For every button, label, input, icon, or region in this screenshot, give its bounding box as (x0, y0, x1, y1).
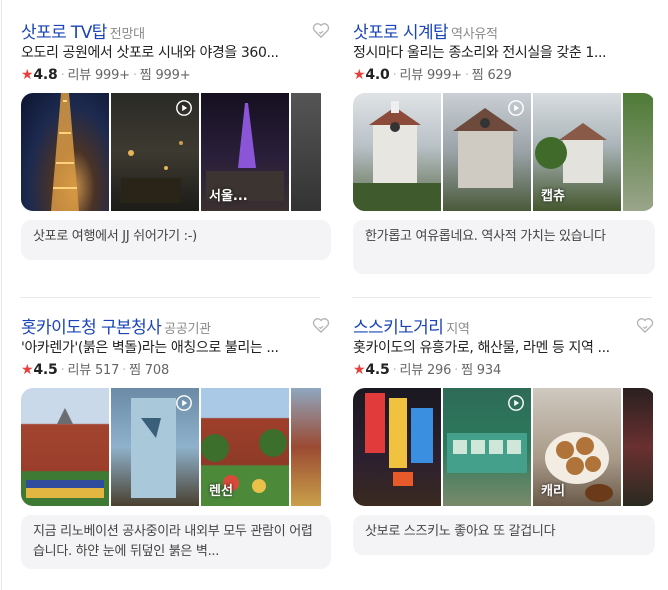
photo-thumbnail[interactable] (21, 93, 109, 211)
place-category: 공공기관 (164, 322, 211, 337)
photo-thumbnail[interactable] (353, 388, 441, 506)
place-title[interactable]: 삿포로 TV탑 (21, 23, 107, 43)
review-snippet[interactable]: 삿보로 스즈키노 좋아요 또 갈겁니다 (353, 515, 655, 555)
left-border (1, 0, 2, 590)
photo-thumbnail[interactable]: 서울... (201, 93, 289, 211)
photo-thumbnail[interactable] (443, 388, 531, 506)
place-card-clock-tower[interactable]: 삿포로 시계탑 역사유적 정시마다 울리는 종소리와 전시실을 갖춘 1... ★… (353, 18, 655, 274)
photo-thumbnail[interactable] (111, 93, 199, 211)
place-category: 역사유적 (451, 27, 498, 42)
place-card-susukino[interactable]: 스스키노거리 지역 홋카이도의 유흥가로, 해산물, 라멘 등 지역 ... ★4… (353, 313, 655, 555)
photo-thumbnail[interactable] (623, 93, 653, 211)
star-icon: ★ (353, 67, 366, 83)
place-description: '아카렌가'(붉은 벽돌)라는 애칭으로 불리는 ... (21, 340, 279, 356)
review-count[interactable]: 리뷰 296 (400, 363, 452, 378)
photo-thumbnail[interactable] (623, 388, 653, 506)
photo-strip[interactable]: 캐리 (353, 388, 655, 506)
row-divider-right (352, 297, 652, 298)
save-count: 찜 999+ (139, 68, 191, 83)
play-circle-icon (176, 100, 192, 116)
photo-strip[interactable]: 캡츄 (353, 93, 655, 211)
place-meta: ★4.5 · 리뷰 296 · 찜 934 (353, 362, 502, 378)
star-icon: ★ (353, 362, 366, 378)
place-description: 정시마다 울리는 종소리와 전시실을 갖춘 1... (353, 45, 607, 61)
review-snippet[interactable]: 지금 리노베이션 공사중이라 내외부 모두 관람이 어렵습니다. 하얀 눈에 뒤… (21, 515, 331, 569)
photo-thumbnail[interactable] (291, 93, 321, 211)
save-count: 찜 629 (471, 68, 512, 83)
star-icon: ★ (21, 67, 34, 83)
play-circle-icon (508, 100, 524, 116)
rating-value: 4.5 (33, 362, 58, 378)
place-description: 오도리 공원에서 삿포로 시내와 야경을 360... (21, 45, 279, 61)
photo-thumbnail[interactable]: 캡츄 (533, 93, 621, 211)
review-count[interactable]: 리뷰 517 (68, 363, 120, 378)
review-snippet[interactable]: 삿포로 여행에서 JJ 쉬어가기 :-) (21, 220, 331, 260)
photo-thumbnail[interactable] (291, 388, 321, 506)
rating-value: 4.8 (33, 67, 58, 83)
photo-thumbnail[interactable]: 렌선 (201, 388, 289, 506)
photo-thumbnail[interactable] (353, 93, 441, 211)
photo-thumbnail[interactable] (443, 93, 531, 211)
place-category: 전망대 (109, 27, 145, 42)
rating-value: 4.5 (365, 362, 390, 378)
place-card-government-office[interactable]: 홋카이도청 구본청사 공공기관 '아카렌가'(붉은 벽돌)라는 애칭으로 불리는 … (21, 313, 331, 569)
place-title[interactable]: 삿포로 시계탑 (353, 23, 449, 43)
heart-icon[interactable] (311, 20, 331, 40)
play-circle-icon (508, 395, 524, 411)
place-description: 홋카이도의 유흥가로, 해산물, 라멘 등 지역 ... (353, 340, 610, 356)
heart-icon[interactable] (635, 315, 655, 335)
photo-thumbnail[interactable] (111, 388, 199, 506)
rating-value: 4.0 (365, 67, 390, 83)
place-card-tv-tower[interactable]: 삿포로 TV탑 전망대 오도리 공원에서 삿포로 시내와 야경을 360... ★… (21, 18, 331, 260)
place-title[interactable]: 스스키노거리 (353, 318, 444, 338)
photo-strip[interactable]: 렌선 (21, 388, 331, 506)
place-category: 지역 (446, 322, 470, 337)
review-count[interactable]: 리뷰 999+ (68, 68, 131, 83)
review-count[interactable]: 리뷰 999+ (400, 68, 463, 83)
save-count: 찜 708 (129, 363, 170, 378)
row-divider-left (20, 297, 320, 298)
place-meta: ★4.5 · 리뷰 517 · 찜 708 (21, 362, 170, 378)
save-count: 찜 934 (461, 363, 502, 378)
place-meta: ★4.8 · 리뷰 999+ · 찜 999+ (21, 67, 191, 83)
photo-thumbnail[interactable] (21, 388, 109, 506)
review-snippet[interactable]: 한가롭고 여유롭네요. 역사적 가치는 있습니다 (353, 220, 655, 274)
photo-strip[interactable]: 서울... (21, 93, 331, 211)
place-title[interactable]: 홋카이도청 구본청사 (21, 318, 162, 338)
photo-thumbnail[interactable]: 캐리 (533, 388, 621, 506)
star-icon: ★ (21, 362, 34, 378)
place-meta: ★4.0 · 리뷰 999+ · 찜 629 (353, 67, 512, 83)
heart-icon[interactable] (311, 315, 331, 335)
play-circle-icon (176, 395, 192, 411)
